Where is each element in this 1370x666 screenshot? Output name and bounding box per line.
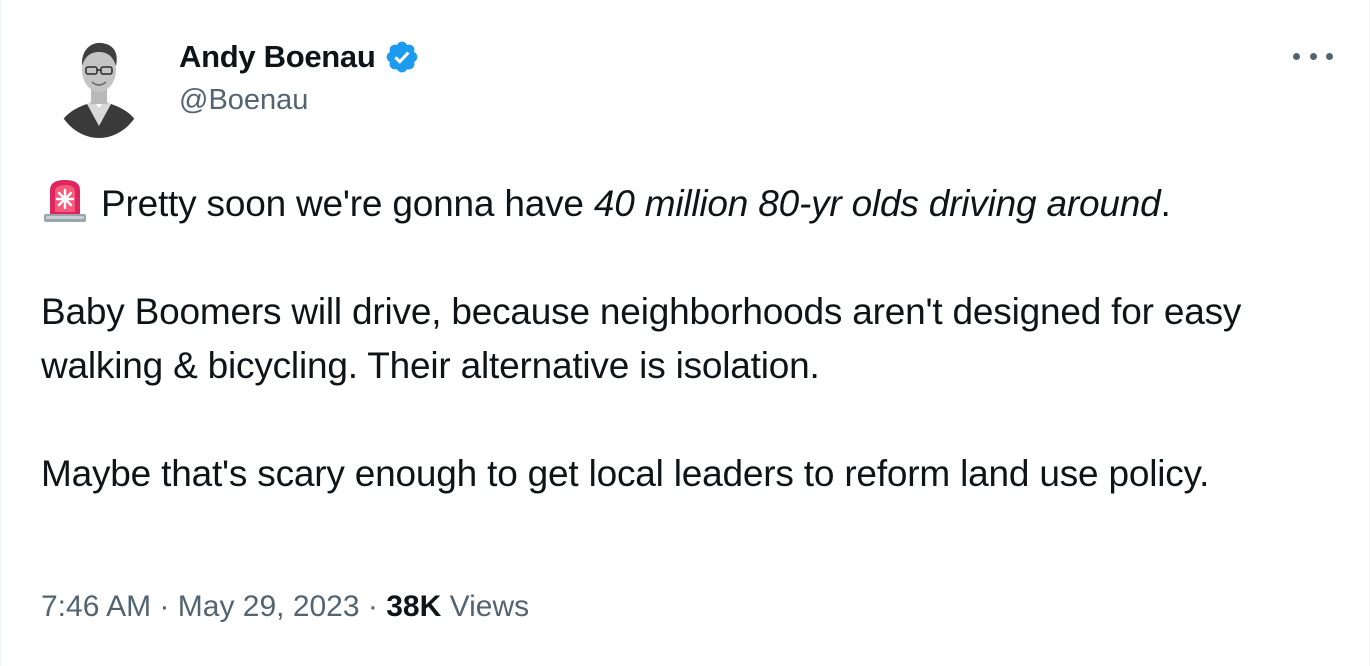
more-dot xyxy=(1293,52,1300,60)
tweet-meta: 7:46 AM · May 29, 2023 · 38K Views xyxy=(41,590,529,624)
tweet-paragraph-1: Pretty soon we're gonna have 40 million … xyxy=(41,176,1331,231)
verified-badge-icon xyxy=(386,41,417,73)
tweet-line1-text: Pretty soon we're gonna have xyxy=(101,183,594,224)
author-avatar[interactable] xyxy=(53,30,145,138)
more-options-icon[interactable] xyxy=(1293,46,1333,66)
author-handle[interactable]: @Boenau xyxy=(179,84,308,117)
tweet-date: May 29, 2023 xyxy=(177,590,360,623)
tweet-line1-end: . xyxy=(1160,183,1171,224)
tweet-line1-italic: 40 million 80-yr olds driving around xyxy=(593,183,1161,224)
views-label: Views xyxy=(449,590,530,623)
tweet-paragraph-3: Maybe that's scary enough to get local l… xyxy=(41,453,1210,494)
more-dot xyxy=(1326,52,1333,60)
police-car-light-icon xyxy=(44,180,86,222)
meta-separator: · xyxy=(159,590,170,623)
more-dot xyxy=(1309,52,1317,60)
tweet-paragraph-2: Baby Boomers will drive, because neighbo… xyxy=(41,291,1242,386)
author-name-row: Andy Boenau xyxy=(179,38,420,76)
author-display-name[interactable]: Andy Boenau xyxy=(179,39,376,75)
views-link[interactable]: 38K Views xyxy=(386,590,529,623)
tweet-time: 7:46 AM xyxy=(41,590,152,623)
meta-separator: · xyxy=(367,590,378,623)
tweet-time-link[interactable]: 7:46 AM · May 29, 2023 xyxy=(41,590,360,623)
tweet-card: Andy Boenau @Boenau Pretty soon we're go… xyxy=(0,0,1370,666)
tweet-text: Pretty soon we're gonna have 40 million … xyxy=(41,176,1331,501)
views-count: 38K xyxy=(386,590,442,623)
avatar-photo xyxy=(53,30,145,138)
